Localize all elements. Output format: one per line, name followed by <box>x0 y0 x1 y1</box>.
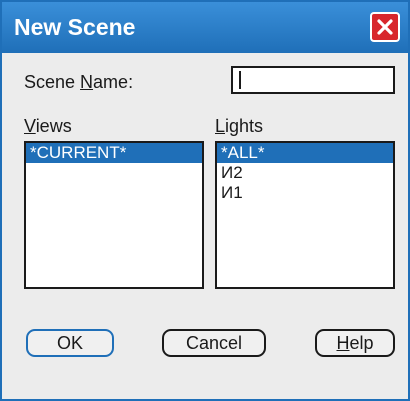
scene-name-label-hotkey: N <box>80 72 94 92</box>
views-label-rest: iews <box>35 116 72 136</box>
text-caret <box>239 71 241 89</box>
window-title: New Scene <box>14 14 136 40</box>
ok-button[interactable]: OK <box>26 329 114 357</box>
lights-label-hotkey: L <box>215 116 226 136</box>
views-list-item[interactable]: *CURRENT* <box>26 143 202 163</box>
lights-label: Lights <box>215 116 263 137</box>
close-icon <box>377 19 393 35</box>
scene-name-label: Scene Name: <box>24 72 133 93</box>
cancel-button[interactable]: Cancel <box>162 329 266 357</box>
lights-list-item[interactable]: И1 <box>217 183 393 203</box>
close-button[interactable] <box>370 12 400 42</box>
help-button[interactable]: Help <box>315 329 395 357</box>
scene-name-label-prefix: Scene <box>24 72 81 92</box>
scene-name-label-rest: ame: <box>93 72 134 92</box>
lights-list-item[interactable]: *ALL* <box>217 143 393 163</box>
lights-list-item[interactable]: И2 <box>217 163 393 183</box>
title-bar[interactable]: New Scene <box>2 2 408 53</box>
scene-name-input[interactable] <box>231 66 395 94</box>
views-label-hotkey: V <box>24 116 36 136</box>
views-listbox[interactable]: *CURRENT* <box>24 141 204 289</box>
help-button-hotkey: H <box>336 333 350 353</box>
lights-listbox[interactable]: *ALL* И2 И1 <box>215 141 395 289</box>
views-label: Views <box>24 116 72 137</box>
help-button-rest: elp <box>349 333 374 353</box>
new-scene-dialog: New Scene Scene Name: Views *CURRENT* Li… <box>0 0 410 401</box>
lights-label-rest: ights <box>225 116 264 136</box>
